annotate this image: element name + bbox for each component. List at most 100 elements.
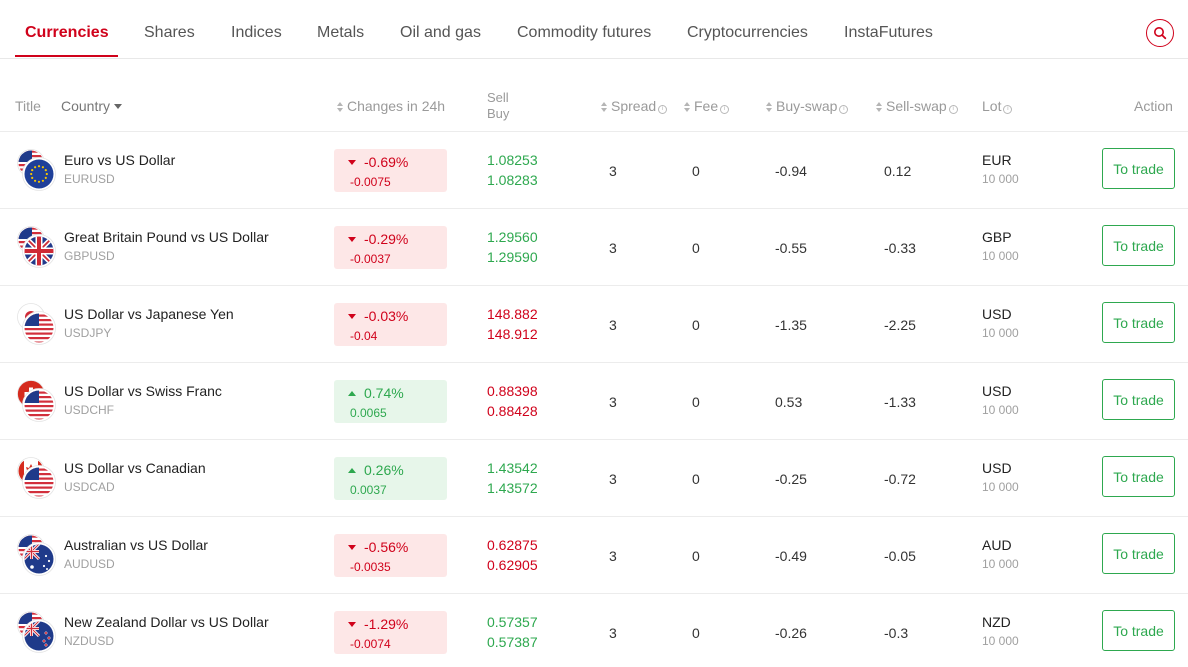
change-badge: -0.56% -0.0035 — [334, 534, 447, 577]
tab-commodity-futures[interactable]: Commodity futures — [517, 24, 651, 42]
to-trade-button[interactable]: To trade — [1102, 456, 1175, 497]
column-changes-sort[interactable]: Changes in 24h — [337, 98, 445, 114]
buy-price: 0.88428 — [487, 403, 538, 419]
eu-us-flag-icon — [17, 149, 56, 191]
sort-icon — [876, 102, 883, 112]
column-fee-sort[interactable]: Fee i — [684, 98, 730, 114]
tab-instafutures[interactable]: InstaFutures — [844, 24, 933, 42]
change-percent: 0.26% — [364, 462, 404, 478]
spread-value: 3 — [609, 394, 617, 410]
column-action: Action — [1134, 98, 1173, 114]
sort-icon — [766, 102, 773, 112]
change-absolute: -0.0075 — [350, 175, 391, 189]
change-badge: -1.29% -0.0074 — [334, 611, 447, 654]
instrument-name[interactable]: US Dollar vs Canadian — [64, 460, 206, 476]
tab-indices[interactable]: Indices — [231, 24, 282, 42]
tab-cryptocurrencies[interactable]: Cryptocurrencies — [687, 24, 808, 42]
tab-currencies[interactable]: Currencies — [25, 24, 109, 42]
to-trade-button[interactable]: To trade — [1102, 148, 1175, 189]
arrow-down-icon — [348, 545, 356, 550]
table-row: US Dollar vs Japanese Yen USDJPY -0.03% … — [0, 286, 1188, 363]
table-row: US Dollar vs Canadian USDCAD 0.26% 0.003… — [0, 440, 1188, 517]
us-ca-flag-icon — [17, 457, 56, 499]
lot-currency: NZD — [982, 614, 1011, 630]
fee-value: 0 — [692, 163, 700, 179]
buy-swap-value: -0.25 — [775, 471, 807, 487]
info-icon[interactable]: i — [948, 105, 958, 114]
lot-size: 10 000 — [982, 557, 1019, 571]
instrument-symbol: USDCHF — [64, 403, 114, 417]
change-absolute: 0.0065 — [350, 406, 387, 420]
to-trade-button[interactable]: To trade — [1102, 302, 1175, 343]
change-absolute: -0.0074 — [350, 637, 391, 651]
sort-icon — [684, 102, 691, 112]
instrument-symbol: EURUSD — [64, 172, 115, 186]
column-lot: Lot i — [982, 98, 1013, 114]
change-absolute: -0.04 — [350, 329, 378, 343]
lot-currency: EUR — [982, 152, 1012, 168]
spread-value: 3 — [609, 548, 617, 564]
arrow-down-icon — [348, 237, 356, 242]
instrument-name[interactable]: Australian vs US Dollar — [64, 537, 208, 553]
active-tab-indicator — [15, 55, 118, 57]
fee-value: 0 — [692, 548, 700, 564]
au-us-flag-icon — [17, 534, 56, 576]
instrument-name[interactable]: New Zealand Dollar vs US Dollar — [64, 614, 269, 630]
column-country-dropdown[interactable]: Country — [61, 98, 123, 114]
column-buy-swap-sort[interactable]: Buy-swap i — [766, 98, 849, 114]
column-spread-sort[interactable]: Spread i — [601, 98, 668, 114]
column-sell: Sell — [487, 90, 509, 105]
column-changes-label: Changes in 24h — [347, 98, 446, 114]
info-icon[interactable]: i — [720, 105, 730, 114]
change-badge: -0.69% -0.0075 — [334, 149, 447, 192]
lot-size: 10 000 — [982, 326, 1019, 340]
buy-swap-value: -1.35 — [775, 317, 807, 333]
sort-icon — [601, 102, 608, 112]
nz-us-flag-icon — [17, 611, 56, 653]
tab-metals[interactable]: Metals — [317, 24, 364, 42]
instrument-name[interactable]: Euro vs US Dollar — [64, 152, 175, 168]
lot-size: 10 000 — [982, 634, 1019, 648]
instrument-symbol: NZDUSD — [64, 634, 114, 648]
change-percent: -1.29% — [364, 616, 409, 632]
sell-price: 1.08253 — [487, 152, 538, 168]
instrument-name[interactable]: US Dollar vs Japanese Yen — [64, 306, 234, 322]
fee-value: 0 — [692, 471, 700, 487]
table-header: Title Country Changes in 24h Sell Buy Sp… — [0, 86, 1188, 132]
fee-value: 0 — [692, 625, 700, 641]
to-trade-button[interactable]: To trade — [1102, 533, 1175, 574]
buy-price: 148.912 — [487, 326, 538, 342]
tab-shares[interactable]: Shares — [144, 24, 195, 42]
to-trade-button[interactable]: To trade — [1102, 379, 1175, 420]
sell-swap-value: -1.33 — [884, 394, 916, 410]
lot-currency: GBP — [982, 229, 1012, 245]
table-row: Great Britain Pound vs US Dollar GBPUSD … — [0, 209, 1188, 286]
table-row: Euro vs US Dollar EURUSD -0.69% -0.0075 … — [0, 132, 1188, 209]
change-absolute: 0.0037 — [350, 483, 387, 497]
column-spread-label: Spread — [611, 98, 657, 114]
tab-oil-and-gas[interactable]: Oil and gas — [400, 24, 481, 42]
lot-size: 10 000 — [982, 480, 1019, 494]
table-row: Australian vs US Dollar AUDUSD -0.56% -0… — [0, 517, 1188, 594]
search-button[interactable] — [1146, 19, 1174, 47]
us-ch-flag-icon — [17, 380, 56, 422]
to-trade-button[interactable]: To trade — [1102, 225, 1175, 266]
sell-swap-value: 0.12 — [884, 163, 912, 179]
to-trade-button[interactable]: To trade — [1102, 610, 1175, 651]
info-icon[interactable]: i — [839, 105, 849, 114]
search-icon — [1154, 27, 1167, 40]
gb-us-flag-icon — [17, 226, 56, 268]
lot-size: 10 000 — [982, 403, 1019, 417]
instrument-name[interactable]: US Dollar vs Swiss Franc — [64, 383, 222, 399]
lot-currency: USD — [982, 306, 1012, 322]
info-icon[interactable]: i — [658, 105, 668, 114]
instrument-name[interactable]: Great Britain Pound vs US Dollar — [64, 229, 269, 245]
instrument-symbol: USDCAD — [64, 480, 115, 494]
caret-down-icon — [114, 104, 123, 109]
spread-value: 3 — [609, 317, 617, 333]
info-icon[interactable]: i — [1003, 105, 1013, 114]
sell-swap-value: -0.72 — [884, 471, 916, 487]
column-sell-swap-sort[interactable]: Sell-swap i — [876, 98, 958, 114]
change-absolute: -0.0035 — [350, 560, 391, 574]
lot-currency: USD — [982, 383, 1012, 399]
